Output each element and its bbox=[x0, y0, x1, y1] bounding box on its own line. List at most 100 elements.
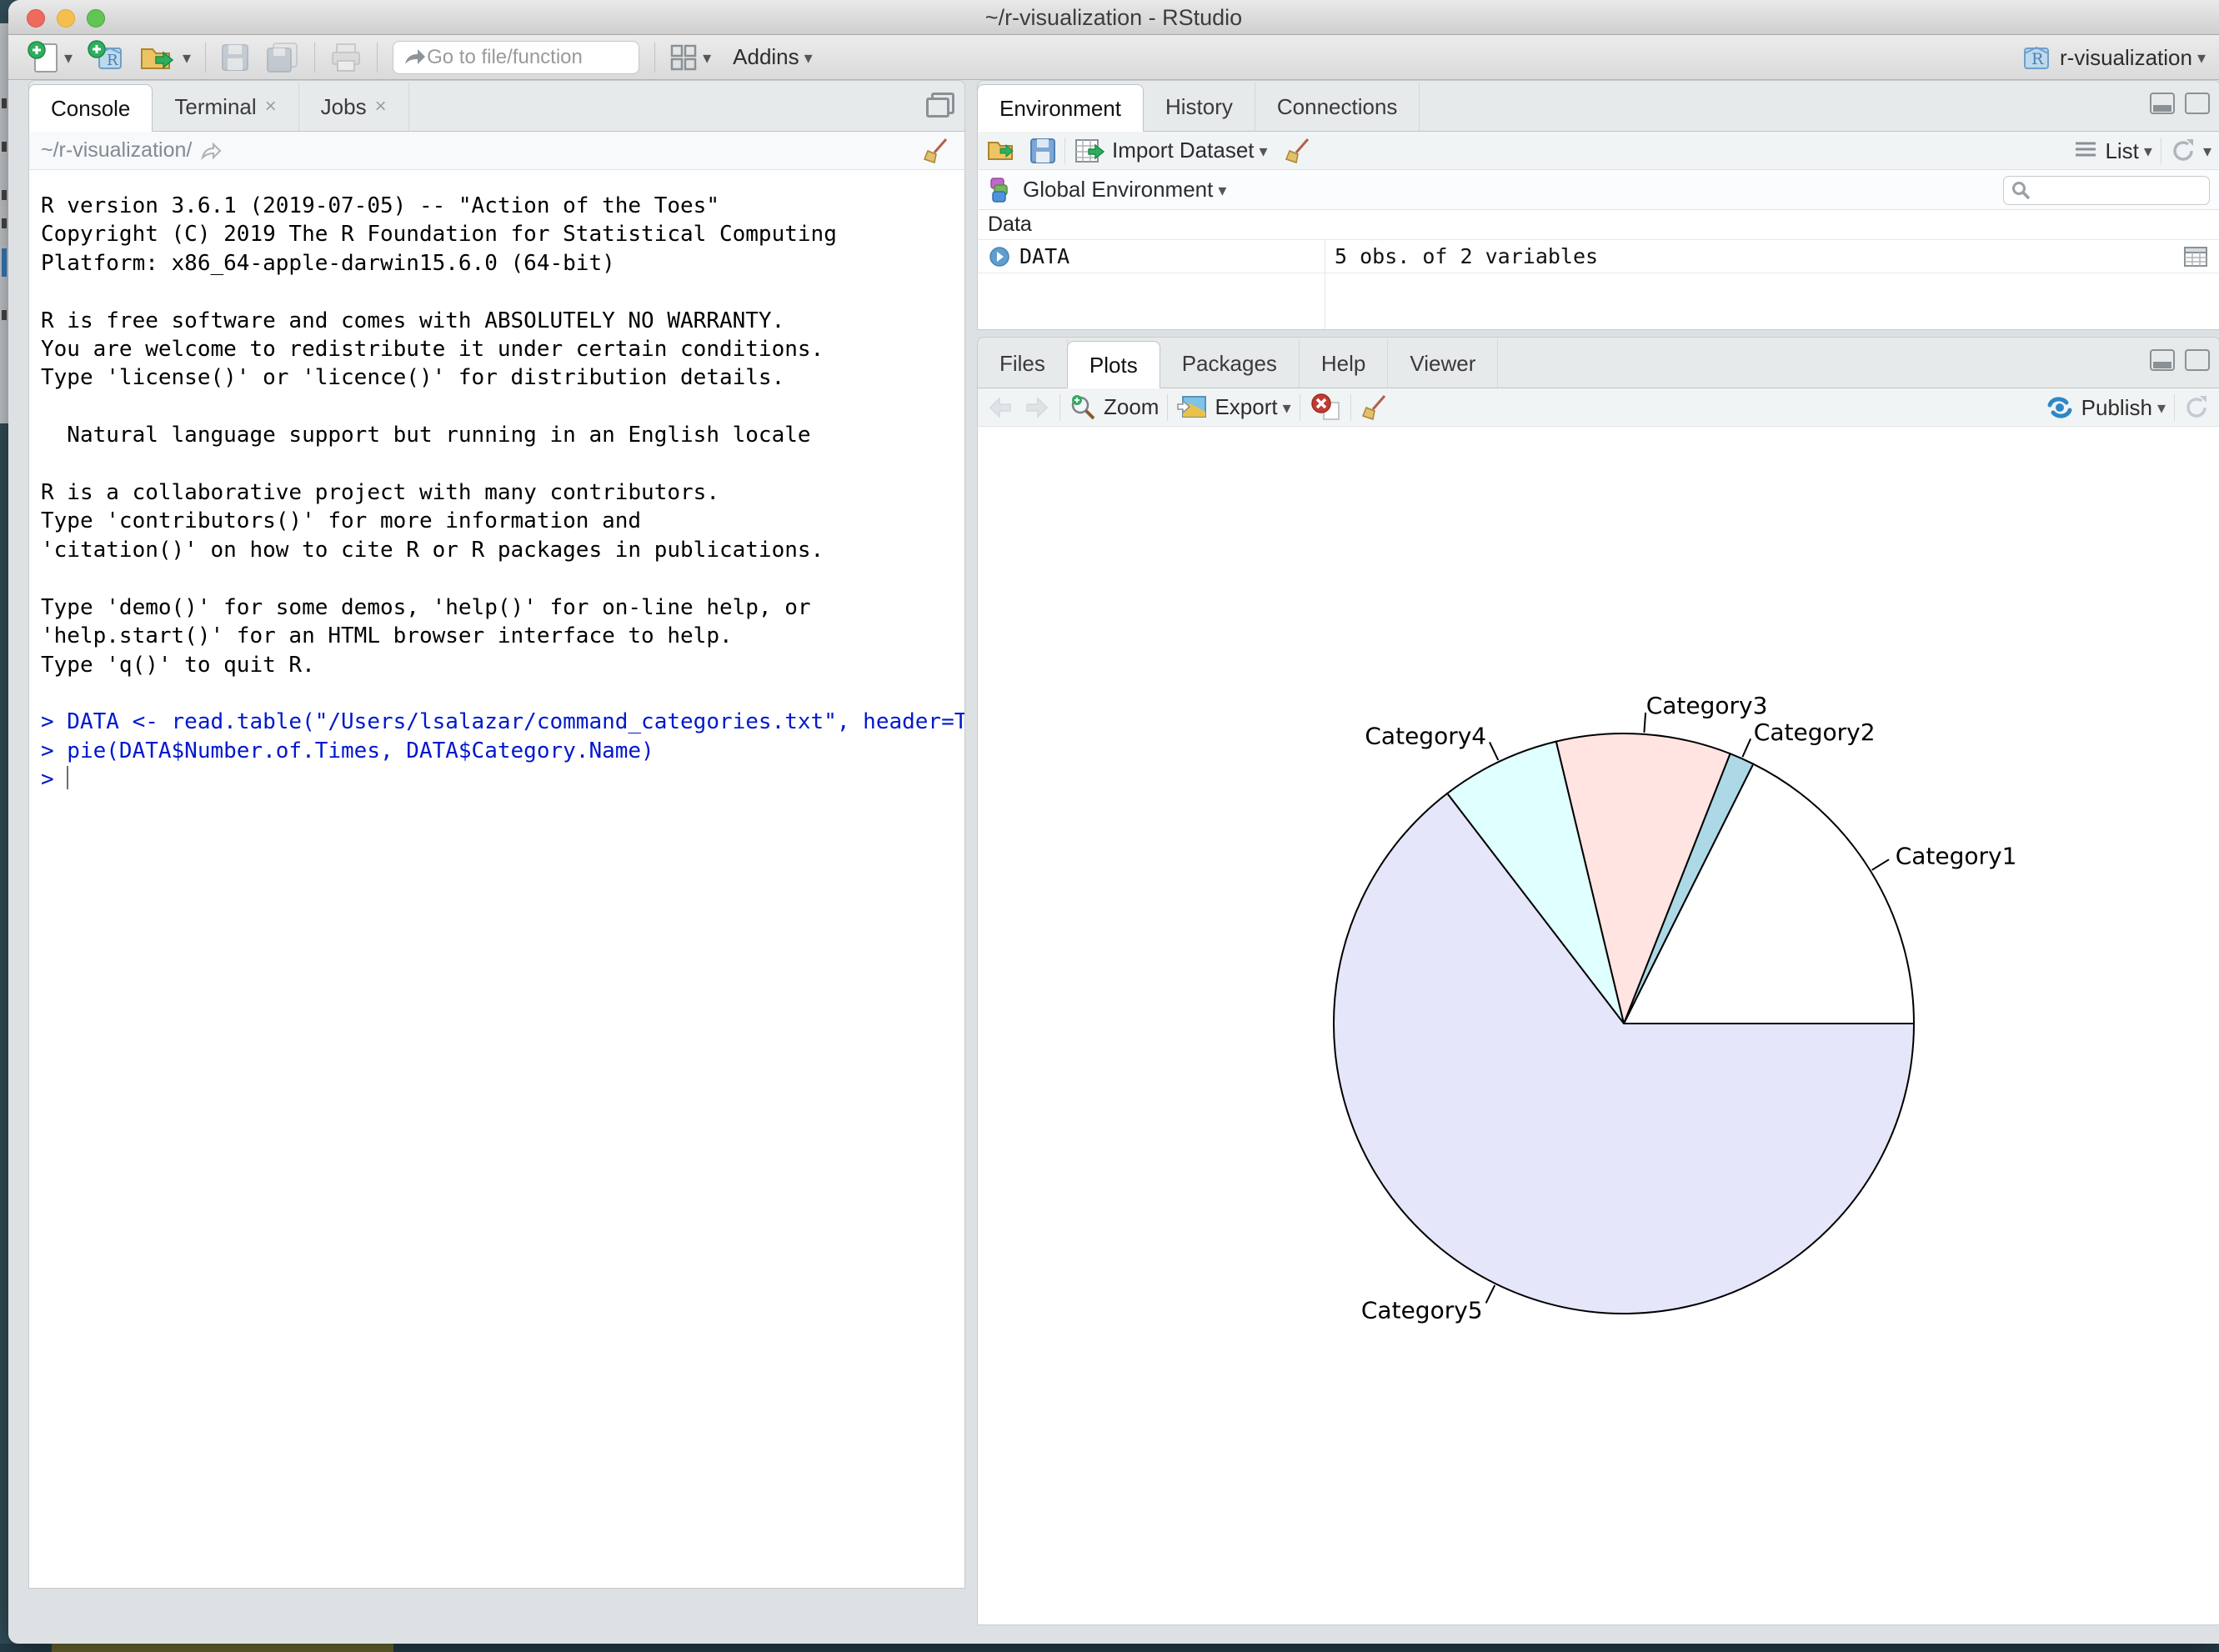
refresh-caret-icon[interactable]: ▾ bbox=[2203, 141, 2211, 161]
tab-console[interactable]: Console bbox=[28, 84, 153, 133]
export-label: Export bbox=[1215, 394, 1277, 420]
tab-files[interactable]: Files bbox=[978, 339, 1068, 388]
new-project-button[interactable]: R bbox=[84, 39, 128, 76]
toolbar-separator bbox=[1167, 394, 1168, 421]
environment-scope-caret-icon[interactable]: ▾ bbox=[1218, 180, 1226, 200]
tab-viewer[interactable]: Viewer bbox=[1388, 339, 1498, 388]
console-output-line: R is free software and comes with ABSOLU… bbox=[41, 307, 964, 335]
previous-plot-button[interactable] bbox=[986, 395, 1014, 420]
pie-label-tick bbox=[1742, 738, 1751, 757]
environment-scope-label[interactable]: Global Environment bbox=[1023, 177, 1213, 203]
pane-layout-button[interactable]: ▾ bbox=[666, 39, 714, 76]
save-workspace-button[interactable] bbox=[1029, 138, 1056, 164]
tab-jobs[interactable]: Jobs × bbox=[299, 83, 409, 131]
tab-history[interactable]: History bbox=[1144, 83, 1255, 131]
refresh-plot-button[interactable] bbox=[2183, 394, 2211, 421]
tab-jobs-close-icon[interactable]: × bbox=[375, 97, 387, 117]
toolbar-separator bbox=[205, 43, 206, 73]
load-workspace-button[interactable] bbox=[986, 137, 1019, 165]
pie-label-tick bbox=[1872, 859, 1889, 870]
goto-file-box[interactable] bbox=[393, 41, 639, 74]
tab-packages-label: Packages bbox=[1182, 339, 1277, 388]
goto-directory-icon[interactable] bbox=[200, 140, 223, 162]
global-environment-icon bbox=[988, 176, 1016, 204]
plot-area: Category1Category2Category3Category4Cate… bbox=[977, 427, 2219, 1625]
console-output-line bbox=[41, 278, 964, 306]
export-plot-button[interactable]: Export ▾ bbox=[1176, 394, 1290, 421]
plots-toolbar: Zoom Export ▾ bbox=[977, 388, 2219, 427]
zoom-icon bbox=[1069, 393, 1097, 422]
list-view-label[interactable]: List bbox=[2105, 138, 2138, 164]
clear-console-button[interactable] bbox=[921, 136, 951, 166]
remove-plot-button[interactable] bbox=[1309, 393, 1342, 423]
pie-label-category1: Category1 bbox=[1896, 843, 2017, 870]
addins-caret-icon: ▾ bbox=[804, 48, 813, 68]
project-caret-icon: ▾ bbox=[2197, 48, 2206, 68]
console-maximize-icon[interactable] bbox=[926, 93, 954, 118]
publish-label[interactable]: Publish bbox=[2081, 395, 2152, 421]
console-output-line bbox=[41, 564, 964, 593]
project-chooser-button[interactable]: R r-visualization ▾ bbox=[2020, 35, 2206, 80]
expand-object-icon[interactable] bbox=[988, 245, 1011, 268]
new-file-button[interactable]: ▾ bbox=[24, 39, 76, 76]
background-fragment bbox=[2, 190, 7, 200]
environment-search-input[interactable] bbox=[2032, 179, 2191, 203]
tab-environment[interactable]: Environment bbox=[977, 84, 1144, 133]
open-file-button[interactable]: ▾ bbox=[136, 39, 194, 76]
import-dataset-button[interactable]: Import Dataset ▾ bbox=[1074, 137, 1268, 165]
console-output-line: R is a collaborative project with many c… bbox=[41, 478, 964, 507]
list-view-icon bbox=[2073, 140, 2098, 162]
environment-pane: Environment History Connections bbox=[977, 80, 2219, 327]
addins-button[interactable]: Addins ▾ bbox=[723, 39, 816, 76]
console-output-line bbox=[41, 679, 964, 708]
environment-minimize-icon[interactable] bbox=[2150, 93, 2175, 114]
next-plot-button[interactable] bbox=[1023, 395, 1051, 420]
search-icon bbox=[2011, 180, 2032, 202]
list-view-caret-icon[interactable]: ▾ bbox=[2144, 141, 2152, 161]
clear-environment-button[interactable] bbox=[1283, 136, 1313, 166]
window-title: ~/r-visualization - RStudio bbox=[8, 0, 2219, 35]
tab-terminal[interactable]: Terminal × bbox=[153, 83, 298, 131]
background-selection-fragment bbox=[2, 248, 7, 277]
environment-maximize-icon[interactable] bbox=[2185, 93, 2210, 114]
titlebar[interactable]: ~/r-visualization - RStudio bbox=[8, 0, 2219, 35]
environment-object-row[interactable]: DATA 5 obs. of 2 variables bbox=[977, 240, 2219, 273]
pie-label-category4: Category4 bbox=[1365, 722, 1486, 749]
save-all-button[interactable] bbox=[262, 39, 303, 76]
console-output-line: 'citation()' on how to cite R or R packa… bbox=[41, 536, 964, 564]
print-button[interactable] bbox=[326, 39, 366, 76]
clear-plots-button[interactable] bbox=[1360, 393, 1390, 423]
toolbar-separator bbox=[1350, 394, 1351, 421]
tab-packages[interactable]: Packages bbox=[1160, 339, 1300, 388]
toolbar-separator bbox=[314, 43, 315, 73]
plots-minimize-icon[interactable] bbox=[2150, 349, 2175, 371]
console-output-line bbox=[41, 450, 964, 478]
toolbar-separator bbox=[2174, 394, 2175, 421]
background-fragment bbox=[2, 142, 7, 152]
publish-caret-icon[interactable]: ▾ bbox=[2157, 398, 2166, 418]
plots-tabbar: Files Plots Packages Help Viewer bbox=[977, 337, 2219, 388]
plots-maximize-icon[interactable] bbox=[2185, 349, 2210, 371]
tab-connections[interactable]: Connections bbox=[1255, 83, 1420, 131]
goto-arrow-icon bbox=[402, 46, 427, 69]
save-button[interactable] bbox=[217, 39, 253, 76]
tab-help[interactable]: Help bbox=[1300, 339, 1388, 388]
environment-search-box[interactable] bbox=[2003, 176, 2210, 205]
zoom-plot-button[interactable]: Zoom bbox=[1069, 393, 1159, 422]
object-name: DATA bbox=[1019, 244, 1069, 268]
export-caret-icon: ▾ bbox=[1283, 398, 1291, 418]
console-output-line: Type 'demo()' for some demos, 'help()' f… bbox=[41, 593, 964, 622]
svg-text:R: R bbox=[107, 52, 118, 69]
import-dataset-caret-icon: ▾ bbox=[1260, 141, 1268, 161]
view-table-icon[interactable] bbox=[2183, 246, 2208, 268]
new-file-caret-icon: ▾ bbox=[64, 48, 73, 68]
refresh-environment-button[interactable] bbox=[2170, 138, 2198, 164]
tab-terminal-close-icon[interactable]: × bbox=[265, 97, 277, 117]
goto-file-input[interactable] bbox=[427, 46, 619, 69]
rstudio-window: ~/r-visualization - RStudio ▾ R bbox=[8, 0, 2219, 1644]
tab-plots[interactable]: Plots bbox=[1067, 341, 1160, 389]
tab-viewer-label: Viewer bbox=[1410, 339, 1475, 388]
environment-empty-area bbox=[977, 273, 2219, 330]
toolbar-separator bbox=[1059, 394, 1060, 421]
console-output[interactable]: R version 3.6.1 (2019-07-05) -- "Action … bbox=[28, 170, 965, 1589]
